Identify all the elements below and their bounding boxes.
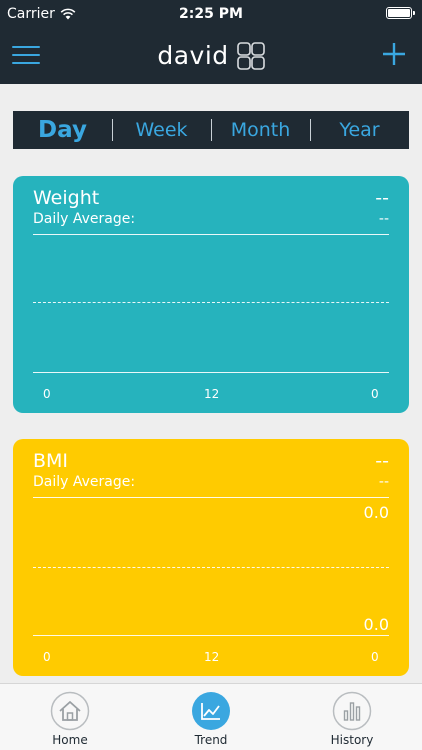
- tab-home[interactable]: Home: [20, 684, 120, 750]
- bmi-chart-top-line: [33, 497, 389, 498]
- weight-chart-baseline: [33, 372, 389, 373]
- bmi-x-tick-mid: 12: [204, 650, 220, 664]
- navigation-bar: david: [0, 28, 422, 84]
- tab-trend[interactable]: Trend: [161, 684, 261, 750]
- weight-chart-average-line: [33, 302, 389, 303]
- tab-home-label: Home: [52, 733, 88, 747]
- battery-icon: [386, 7, 415, 19]
- weight-card-title: Weight: [33, 187, 100, 209]
- tab-week[interactable]: Week: [112, 111, 211, 149]
- weight-x-tick-end: 0: [371, 387, 379, 401]
- tab-history[interactable]: History: [302, 684, 402, 750]
- tab-history-label: History: [330, 733, 374, 747]
- weight-chart-top-line: [33, 234, 389, 235]
- history-bar-chart-icon: [332, 691, 372, 731]
- bmi-chart-baseline: [33, 635, 389, 636]
- bmi-y-max-label: 0.0: [363, 503, 389, 522]
- bmi-x-tick-end: 0: [371, 650, 379, 664]
- bmi-trend-card[interactable]: BMI -- Daily Average: -- 0.0 0.0 0 12 0: [13, 439, 409, 676]
- weight-x-tick-mid: 12: [204, 387, 220, 401]
- tab-trend-label: Trend: [194, 733, 228, 747]
- weight-x-tick-start: 0: [43, 387, 51, 401]
- home-icon: [50, 691, 90, 731]
- weight-daily-average-value: --: [378, 211, 389, 227]
- tab-year[interactable]: Year: [310, 111, 409, 149]
- status-time: 2:25 PM: [179, 6, 243, 22]
- weight-trend-card[interactable]: Weight -- Daily Average: -- 0 12 0: [13, 176, 409, 413]
- profile-switch-icon[interactable]: [236, 41, 265, 70]
- bmi-card-title: BMI: [33, 450, 69, 472]
- nav-title: david: [157, 41, 229, 70]
- weight-card-value: --: [375, 187, 389, 209]
- add-icon[interactable]: [382, 42, 406, 66]
- nav-title-group[interactable]: david: [0, 41, 422, 70]
- period-segmented-control: Day Week Month Year: [13, 111, 409, 149]
- bottom-tab-bar: Home Trend History: [0, 683, 422, 750]
- bmi-card-value: --: [375, 450, 389, 472]
- status-bar: Carrier 2:25 PM: [0, 0, 422, 28]
- bmi-x-tick-start: 0: [43, 650, 51, 664]
- weight-daily-average-label: Daily Average:: [33, 211, 136, 227]
- bmi-chart-average-line: [33, 567, 389, 568]
- tab-day[interactable]: Day: [13, 111, 112, 149]
- bmi-y-min-label: 0.0: [363, 615, 389, 634]
- tab-month[interactable]: Month: [211, 111, 310, 149]
- bmi-daily-average-value: --: [378, 474, 389, 490]
- bmi-daily-average-label: Daily Average:: [33, 474, 136, 490]
- trend-chart-icon: [192, 692, 230, 730]
